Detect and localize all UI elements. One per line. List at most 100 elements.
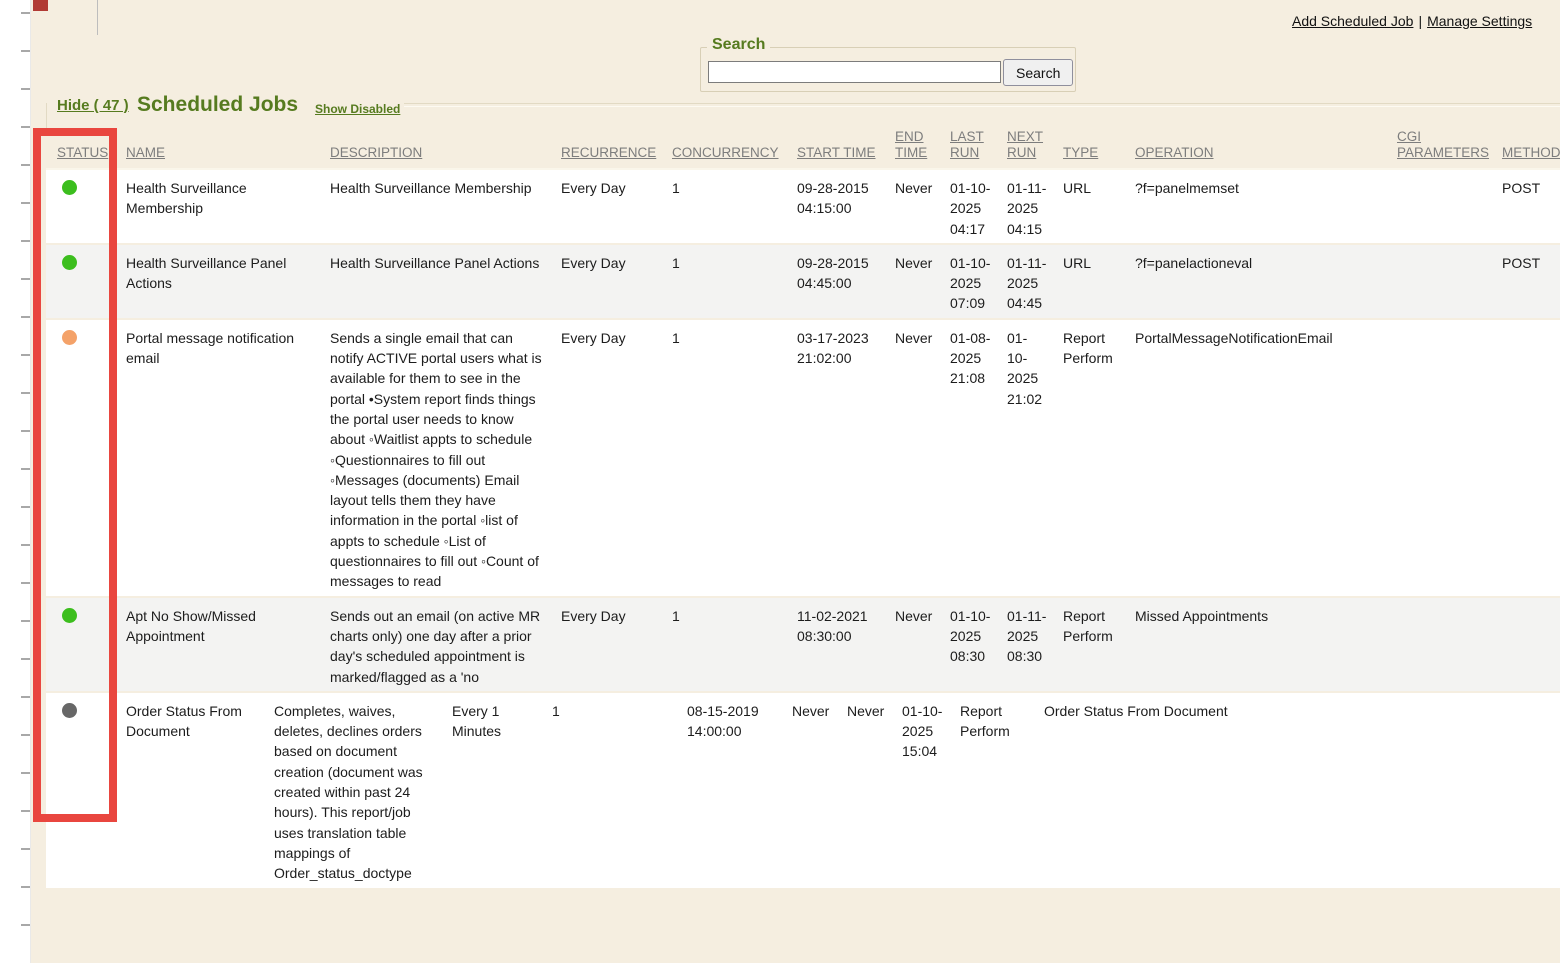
- search-legend: Search: [707, 36, 770, 54]
- cell-end-time: Never: [893, 170, 948, 243]
- cell-cgi-parameters: [1395, 320, 1500, 596]
- job-row: Apt No Show/Missed Appointment Sends out…: [46, 598, 1560, 693]
- cell-last-run: 01-08-2025 21:08: [948, 320, 1005, 596]
- column-header-next-run[interactable]: NEXT RUN: [1005, 129, 1061, 168]
- status-dot: [62, 703, 77, 718]
- cell-operation: Missed Appointments: [1133, 598, 1395, 691]
- status-dot: [62, 255, 77, 270]
- cell-type: Report Perform: [1061, 320, 1133, 596]
- cell-type: Report Perform: [958, 693, 1042, 888]
- cell-name: Order Status From Document: [124, 693, 272, 888]
- page-title: Scheduled Jobs: [137, 93, 298, 117]
- add-scheduled-job-link[interactable]: Add Scheduled Job: [1292, 13, 1413, 29]
- cell-status: [46, 245, 124, 318]
- cell-method: [1500, 598, 1560, 691]
- column-header-name[interactable]: NAME: [124, 145, 328, 168]
- column-header-operation[interactable]: OPERATION: [1133, 145, 1395, 168]
- cell-concurrency: 1: [670, 245, 795, 318]
- cell-recurrence: Every 1 Minutes: [450, 693, 550, 888]
- scheduled-jobs-page: Add Scheduled Job | Manage Settings Search…: [0, 0, 1560, 963]
- cell-type: URL: [1061, 170, 1133, 243]
- show-disabled-link[interactable]: Show Disabled: [315, 102, 400, 116]
- cell-status: [46, 598, 124, 691]
- cell-concurrency: 1: [670, 598, 795, 691]
- column-header-method[interactable]: METHOD: [1500, 145, 1560, 168]
- link-separator: |: [1418, 13, 1422, 29]
- jobs-panel-border-left: [46, 103, 49, 130]
- cell-recurrence: Every Day: [559, 170, 670, 243]
- cell-last-run: 01-10-2025 08:30: [948, 598, 1005, 691]
- column-header-end-time[interactable]: END TIME: [893, 129, 948, 168]
- cell-start-time: 09-28-2015 04:15:00: [795, 170, 893, 243]
- cell-cgi-parameters: [1300, 693, 1400, 888]
- annotation-mark: [33, 0, 48, 11]
- cell-cgi-parameters: [1395, 598, 1500, 691]
- cell-status: [46, 170, 124, 243]
- cell-operation: ?f=panelmemset: [1133, 170, 1395, 243]
- cell-description: Health Surveillance Panel Actions: [328, 245, 559, 318]
- jobs-panel-border: [404, 103, 1560, 107]
- job-row: Portal message notification email Sends …: [46, 320, 1560, 598]
- column-header-last-run[interactable]: LAST RUN: [948, 129, 1005, 168]
- cell-last-run: 01-10-2025 07:09: [948, 245, 1005, 318]
- cell-name: Health Surveillance Membership: [124, 170, 328, 243]
- search-input[interactable]: [708, 61, 1001, 83]
- column-header-concurrency[interactable]: CONCURRENCY: [670, 145, 795, 168]
- job-row: Health Surveillance Panel Actions Health…: [46, 245, 1560, 320]
- left-gutter: [0, 0, 31, 963]
- cell-recurrence: Every Day: [559, 320, 670, 596]
- hide-count-link[interactable]: Hide ( 47 ): [57, 97, 129, 114]
- cell-end-time: Never: [893, 320, 948, 596]
- cell-next-run: 01-11-2025 04:15: [1005, 170, 1061, 243]
- scheduled-jobs-table: STATUS NAME DESCRIPTION RECURRENCE CONCU…: [46, 128, 1560, 890]
- cell-type: URL: [1061, 245, 1133, 318]
- cell-name: Portal message notification email: [124, 320, 328, 596]
- cell-last-run: 01-10-2025 04:17: [948, 170, 1005, 243]
- cell-concurrency: 1: [550, 693, 685, 888]
- cell-start-time: 09-28-2015 04:45:00: [795, 245, 893, 318]
- cell-recurrence: Every Day: [559, 245, 670, 318]
- cell-method: [1500, 320, 1560, 596]
- status-dot: [62, 180, 77, 195]
- cell-type: Report Perform: [1061, 598, 1133, 691]
- column-header-type[interactable]: TYPE: [1061, 145, 1133, 168]
- cell-operation: ?f=panelactioneval: [1133, 245, 1395, 318]
- column-header-recurrence[interactable]: RECURRENCE: [559, 145, 670, 168]
- cell-next-run: 01-10-2025 15:04: [900, 693, 958, 888]
- cell-cgi-parameters: [1395, 170, 1500, 243]
- cell-name: Health Surveillance Panel Actions: [124, 245, 328, 318]
- cell-description: Sends a single email that can notify ACT…: [328, 320, 559, 596]
- cell-recurrence: Every Day: [559, 598, 670, 691]
- frame-divider: [97, 0, 98, 35]
- cell-status: [46, 320, 124, 596]
- cell-start-time: 08-15-2019 14:00:00: [685, 693, 790, 888]
- cell-status: [46, 693, 124, 888]
- cell-end-time: Never: [893, 245, 948, 318]
- cell-end-time: Never: [893, 598, 948, 691]
- cell-description: Completes, waives, deletes, declines ord…: [272, 693, 450, 888]
- cell-next-run: 01-11-2025 08:30: [1005, 598, 1061, 691]
- cell-end-time: Never: [790, 693, 845, 888]
- cell-cgi-parameters: [1395, 245, 1500, 318]
- cell-operation: PortalMessageNotificationEmail: [1133, 320, 1395, 596]
- header-links: Add Scheduled Job | Manage Settings: [1292, 13, 1532, 29]
- manage-settings-link[interactable]: Manage Settings: [1427, 13, 1532, 29]
- cell-name: Apt No Show/Missed Appointment: [124, 598, 328, 691]
- cell-next-run: 01-11-2025 04:45: [1005, 245, 1061, 318]
- search-button[interactable]: Search: [1003, 59, 1073, 86]
- cell-last-run: Never: [845, 693, 900, 888]
- cell-concurrency: 1: [670, 320, 795, 596]
- column-header-cgi-parameters[interactable]: CGI PARAMETERS: [1395, 129, 1500, 168]
- column-header-start-time[interactable]: START TIME: [795, 145, 893, 168]
- status-dot: [62, 608, 77, 623]
- cell-method: [1400, 693, 1560, 888]
- column-header-status[interactable]: STATUS: [46, 145, 124, 168]
- job-row: Health Surveillance Membership Health Su…: [46, 170, 1560, 245]
- table-header-row: STATUS NAME DESCRIPTION RECURRENCE CONCU…: [46, 128, 1560, 170]
- cell-method: POST: [1500, 245, 1560, 318]
- cell-operation: Order Status From Document: [1042, 693, 1300, 888]
- column-header-description[interactable]: DESCRIPTION: [328, 145, 559, 168]
- status-dot: [62, 330, 77, 345]
- cell-description: Sends out an email (on active MR charts …: [328, 598, 559, 691]
- cell-description: Health Surveillance Membership: [328, 170, 559, 243]
